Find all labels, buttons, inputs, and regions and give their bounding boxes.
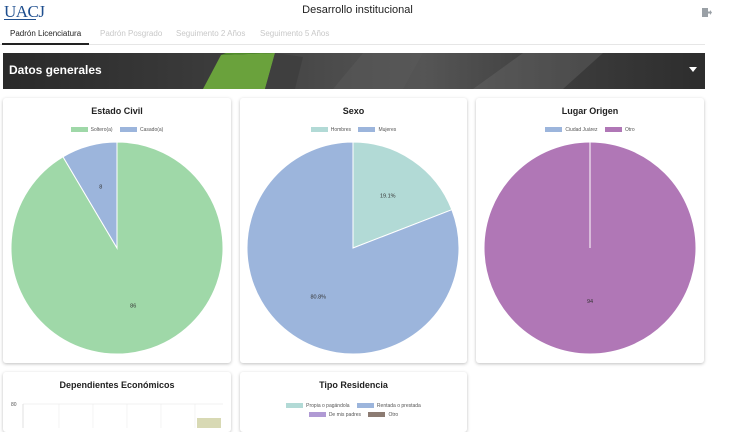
- legend-swatch: [368, 412, 386, 418]
- tab-bar: Padrón Licenciatura Padrón Posgrado Segu…: [0, 26, 705, 45]
- pie-data-label: 94: [587, 299, 593, 305]
- legend-item[interactable]: Rentada o prestada: [356, 402, 421, 411]
- tab-padron-licenciatura[interactable]: Padrón Licenciatura: [2, 26, 90, 45]
- chart-legend: Hombres Mujeres: [240, 126, 467, 135]
- legend-item[interactable]: Hombres: [310, 126, 352, 135]
- card-title: Tipo Residencia: [319, 380, 388, 390]
- legend-swatch: [310, 127, 328, 133]
- legend-item[interactable]: De mis padres: [308, 411, 362, 420]
- logout-icon[interactable]: [702, 8, 712, 17]
- bar-chart-dependientes: 80: [11, 402, 223, 428]
- legend-swatch: [119, 127, 137, 133]
- card-estado-civil: Estado Civil Soltero(a) Casado(a) 86 8: [3, 98, 231, 363]
- card-lugar-origen: Lugar Origen Ciudad Juárez Otro 94: [476, 98, 704, 363]
- card-tipo-residencia: Tipo Residencia Propia o pagándola Renta…: [240, 372, 467, 432]
- legend-label: De mis padres: [328, 412, 362, 418]
- section-title: Datos generales: [9, 63, 102, 77]
- legend-swatch: [545, 127, 563, 133]
- legend-item[interactable]: Otro: [604, 126, 635, 135]
- banner-background: [203, 53, 603, 89]
- logo-underline: [4, 19, 36, 20]
- legend-label: Casado(a): [139, 127, 164, 133]
- legend-item[interactable]: Otro: [368, 411, 398, 420]
- chart-legend: Soltero(a) Casado(a): [3, 126, 231, 135]
- legend-label: Hombres: [330, 127, 352, 133]
- legend-item[interactable]: Propia o pagándola: [286, 402, 350, 411]
- tab-padron-posgrado[interactable]: Padrón Posgrado: [100, 26, 162, 45]
- legend-label: Ciudad Juárez: [565, 127, 598, 133]
- bar: [197, 418, 221, 428]
- pie-chart-estado-civil: 86 8: [10, 141, 224, 355]
- card-title: Sexo: [342, 106, 365, 116]
- pie-chart-lugar-origen: 94: [483, 141, 697, 355]
- legend-label: Propia o pagándola: [306, 403, 350, 409]
- legend-label: Otro: [388, 412, 399, 418]
- legend-label: Soltero(a): [90, 127, 113, 133]
- legend-swatch: [604, 127, 622, 133]
- legend-label: Mujeres: [378, 127, 397, 133]
- card-title: Lugar Origen: [561, 106, 619, 116]
- pie-data-label: 8: [99, 185, 102, 191]
- chart-legend: Ciudad Juárez Otro: [476, 126, 704, 135]
- legend-swatch: [70, 127, 88, 133]
- tab-seguimiento-2-anos[interactable]: Seguimento 2 Años: [176, 26, 245, 45]
- legend-swatch: [286, 403, 304, 409]
- app-title: Desarrollo institucional: [302, 4, 413, 16]
- legend-item[interactable]: Mujeres: [358, 126, 396, 135]
- top-bar: UACJ Desarrollo institucional: [0, 0, 750, 24]
- legend-label: Rentada o prestada: [376, 403, 421, 409]
- card-title: Estado Civil: [91, 106, 143, 116]
- tab-seguimiento-5-anos[interactable]: Seguimento 5 Años: [260, 26, 329, 45]
- legend-item[interactable]: Ciudad Juárez: [545, 126, 598, 135]
- legend-swatch: [356, 403, 374, 409]
- legend-item[interactable]: Soltero(a): [70, 126, 113, 135]
- legend-item[interactable]: Casado(a): [119, 126, 164, 135]
- pie-data-label: 80.8%: [310, 295, 326, 301]
- pie-data-label: 86: [130, 303, 136, 309]
- card-sexo: Sexo Hombres Mujeres 19.1% 80.8%: [240, 98, 467, 363]
- card-dependientes-economicos: Dependientes Económicos 80: [3, 372, 231, 432]
- legend-label: Otro: [624, 127, 635, 133]
- chart-legend: Propia o pagándola Rentada o prestada De…: [240, 402, 467, 420]
- chevron-down-icon[interactable]: [689, 67, 697, 72]
- pie-chart-sexo: 19.1% 80.8%: [246, 141, 460, 355]
- card-title: Dependientes Económicos: [59, 380, 175, 390]
- pie-data-label: 19.1%: [380, 193, 396, 199]
- legend-swatch: [358, 127, 376, 133]
- section-header[interactable]: Datos generales: [3, 53, 705, 89]
- legend-swatch: [308, 412, 326, 418]
- y-tick-label: 80: [11, 402, 17, 408]
